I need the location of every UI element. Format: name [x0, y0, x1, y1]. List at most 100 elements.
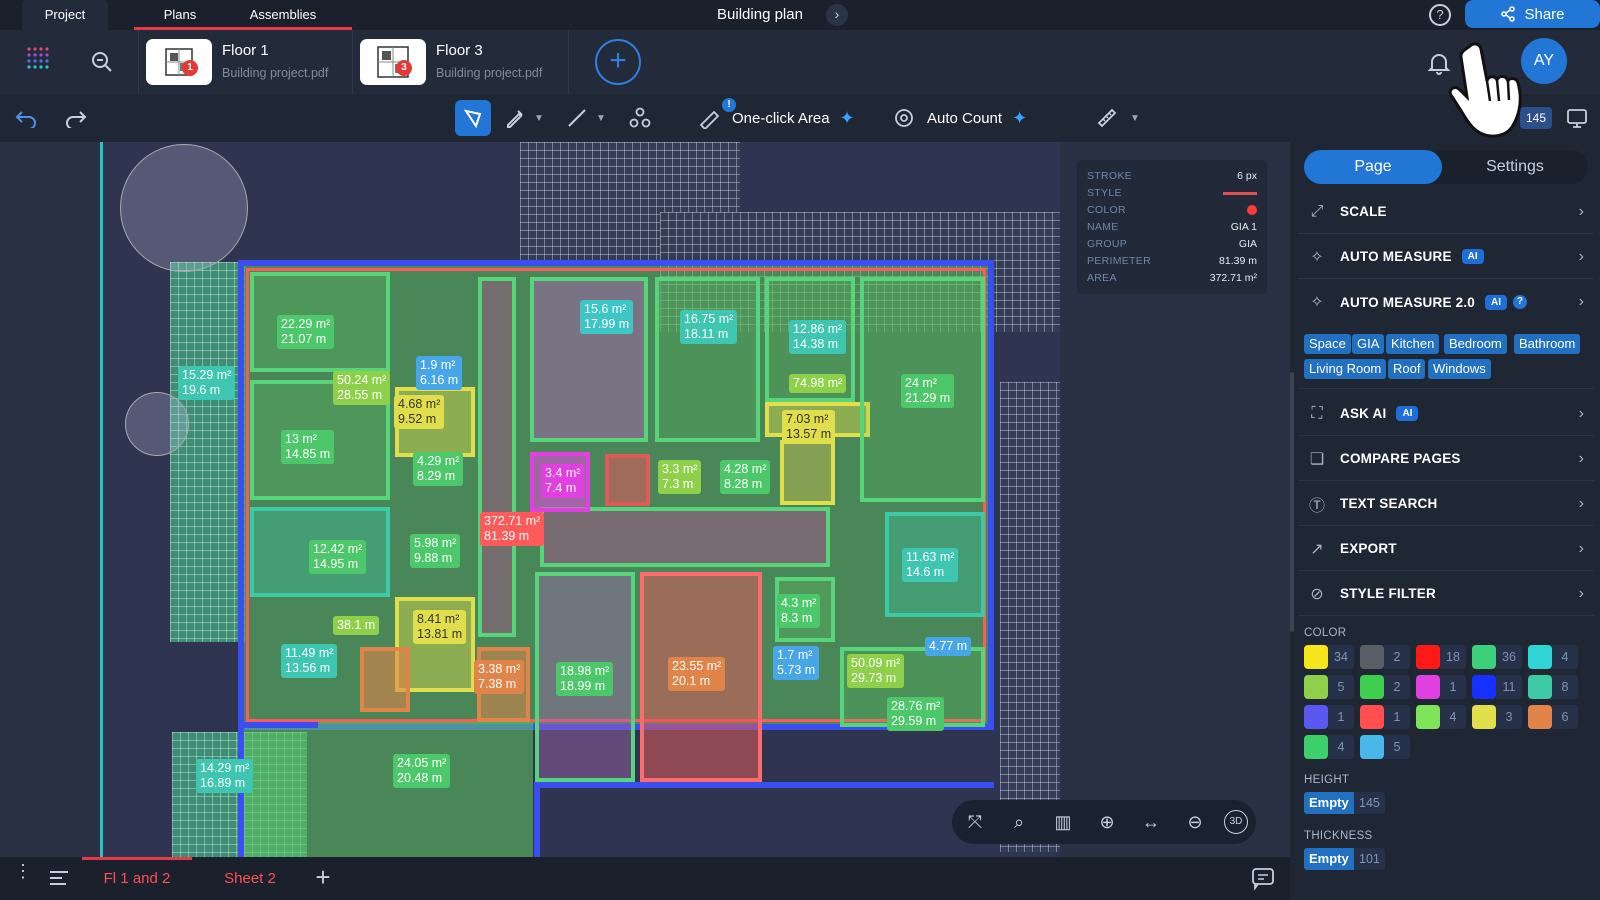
more-vert-icon[interactable]: ⋮	[14, 862, 32, 891]
measure-label[interactable]: 12.86 m² 14.38 m	[789, 320, 847, 354]
measure-label[interactable]: 12.42 m² 14.95 m	[309, 540, 367, 574]
tag-gia[interactable]: GIA	[1352, 334, 1385, 354]
tag-living-room[interactable]: Living Room	[1304, 359, 1387, 379]
measure-label[interactable]: 3.38 m² 7.38 m	[474, 660, 525, 694]
measure-label[interactable]: 38.1 m	[333, 616, 380, 635]
fit-width-icon[interactable]: ↔	[1138, 810, 1164, 836]
tab-assemblies[interactable]: Assemblies	[222, 0, 344, 30]
list-icon[interactable]	[48, 869, 70, 887]
auto-measure-row[interactable]: ✧ AUTO MEASURE AI ›	[1298, 235, 1594, 279]
file-card-floor-1[interactable]: 1 Floor 1 Building project.pdf	[140, 34, 350, 90]
color-swatch[interactable]	[1472, 675, 1496, 699]
measure-label[interactable]: 15.29 m² 19.6 m	[178, 366, 236, 400]
color-swatch[interactable]	[1472, 705, 1496, 729]
height-chip[interactable]: Empty	[1304, 792, 1354, 814]
measure-label[interactable]: 8.41 m² 13.81 m	[413, 610, 467, 644]
measure-tool-icon[interactable]	[1093, 100, 1121, 136]
app-menu-icon[interactable]	[24, 44, 56, 76]
export-row[interactable]: ↗ EXPORT ›	[1298, 527, 1594, 571]
color-swatch[interactable]	[1360, 645, 1384, 669]
tag-space[interactable]: Space	[1304, 334, 1351, 354]
map-icon[interactable]: ▥	[1050, 810, 1076, 836]
measure-label[interactable]: 1.7 m² 5.73 m	[773, 646, 820, 680]
room-red[interactable]	[605, 454, 650, 506]
line-tool-icon[interactable]	[562, 100, 592, 136]
color-swatch[interactable]	[1304, 735, 1328, 759]
auto-count-button[interactable]: Auto Count ✦	[893, 100, 1053, 136]
auto-measure-2-row[interactable]: ✧ AUTO MEASURE 2.0 AI? ›	[1298, 280, 1594, 324]
measure-label[interactable]: 15.6 m² 17.99 m	[580, 300, 634, 334]
add-file-button[interactable]: +	[595, 39, 641, 85]
color-swatch[interactable]	[1360, 705, 1384, 729]
measure-label[interactable]: 74.98 m²	[789, 374, 847, 393]
measure-label[interactable]: 13 m² 14.85 m	[281, 430, 335, 464]
zoom-in-icon[interactable]: ⊕	[1094, 810, 1120, 836]
color-swatch[interactable]	[1528, 675, 1552, 699]
info-icon[interactable]: ?	[1512, 295, 1527, 309]
add-sheet-icon[interactable]: +	[310, 864, 336, 891]
tag-bathroom[interactable]: Bathroom	[1514, 334, 1581, 354]
measure-label[interactable]: 4.77 m	[925, 637, 972, 656]
measure-label[interactable]: 11.63 m² 14.6 m	[902, 548, 959, 582]
room-green[interactable]	[655, 277, 760, 442]
measure-label[interactable]: 3.4 m² 7.4 m	[541, 464, 585, 498]
measure-label[interactable]: 23.55 m² 20.1 m	[668, 657, 726, 691]
tag-bedroom[interactable]: Bedroom	[1444, 334, 1507, 354]
text-search-row[interactable]: Ⓣ TEXT SEARCH ›	[1298, 482, 1594, 526]
tag-roof[interactable]: Roof	[1388, 359, 1426, 379]
fit-icon[interactable]: ⤧	[962, 810, 988, 836]
compare-pages-row[interactable]: ❏ COMPARE PAGES ›	[1298, 437, 1594, 481]
help-icon[interactable]: ?	[1429, 4, 1451, 26]
measure-label[interactable]: 24 m² 21.29 m	[901, 374, 955, 408]
tag-kitchen[interactable]: Kitchen	[1386, 334, 1440, 354]
color-swatch[interactable]	[1360, 675, 1384, 699]
pen-tool-icon[interactable]	[500, 100, 530, 136]
comment-icon[interactable]	[1250, 865, 1276, 891]
chevron-right-icon[interactable]: ›	[826, 4, 848, 26]
zoom-out-icon[interactable]: ⊖	[1182, 810, 1208, 836]
search-files-icon[interactable]	[90, 50, 114, 74]
measure-label[interactable]: 24.05 m² 20.48 m	[393, 754, 451, 788]
measure-label[interactable]: 372.71 m² 81.39 m	[480, 512, 545, 546]
measure-label[interactable]: 3.3 m² 7.3 m	[658, 460, 702, 494]
tab-settings[interactable]: Settings	[1442, 150, 1588, 184]
sheet-tab-fl-1-and-2[interactable]: Fl 1 and 2	[82, 857, 192, 900]
scrollbar[interactable]	[1290, 372, 1294, 632]
chevron-down-icon[interactable]: ▼	[1128, 100, 1142, 136]
tab-plans[interactable]: Plans	[138, 0, 222, 30]
color-swatch[interactable]	[1472, 645, 1496, 669]
room-orange[interactable]	[360, 647, 410, 712]
measure-label[interactable]: 1.9 m² 6.16 m	[416, 356, 463, 390]
polygon-select-tool[interactable]	[455, 100, 491, 136]
color-swatch[interactable]	[1304, 705, 1328, 729]
hall-room[interactable]	[540, 507, 830, 567]
color-swatch[interactable]	[1304, 645, 1328, 669]
share-button[interactable]: Share	[1465, 0, 1600, 28]
sheet-tab-sheet-2[interactable]: Sheet 2	[200, 857, 300, 900]
count-tool-icon[interactable]	[625, 100, 655, 136]
undo-icon[interactable]	[12, 100, 40, 136]
scale-row[interactable]: ⤢ SCALE ›	[1298, 190, 1594, 234]
color-swatch[interactable]	[1416, 705, 1440, 729]
ask-ai-row[interactable]: ⛶ ASK AI AI ›	[1298, 392, 1594, 436]
tab-project[interactable]: Project	[22, 0, 108, 30]
measure-label[interactable]: 7.03 m² 13.57 m	[782, 410, 836, 444]
measure-label[interactable]: 4.68 m² 9.52 m	[394, 395, 445, 429]
tag-windows[interactable]: Windows	[1428, 359, 1491, 379]
measure-label[interactable]: 50.09 m² 29.73 m	[847, 654, 905, 688]
3d-view-icon[interactable]: 3D	[1224, 810, 1248, 834]
color-swatch[interactable]	[1416, 675, 1440, 699]
color-swatch[interactable]	[1528, 645, 1552, 669]
measure-label[interactable]: 22.29 m² 21.07 m	[277, 315, 335, 349]
measure-label[interactable]: 28.76 m² 29.59 m	[887, 697, 945, 731]
color-swatch[interactable]	[1528, 705, 1552, 729]
monitor-icon[interactable]	[1562, 100, 1592, 136]
color-swatch[interactable]	[1416, 645, 1440, 669]
style-filter-row[interactable]: ⊘ STYLE FILTER ›	[1298, 572, 1594, 616]
file-card-floor-3[interactable]: 3 Floor 3 Building project.pdf	[354, 34, 564, 90]
measure-label[interactable]: 11.49 m² 13.56 m	[281, 644, 338, 678]
measure-label[interactable]: 14.29 m² 16.89 m	[196, 759, 254, 793]
measure-label[interactable]: 18.98 m² 18.99 m	[556, 662, 614, 696]
corridor-room[interactable]	[478, 277, 516, 637]
tab-page[interactable]: Page	[1304, 150, 1442, 184]
